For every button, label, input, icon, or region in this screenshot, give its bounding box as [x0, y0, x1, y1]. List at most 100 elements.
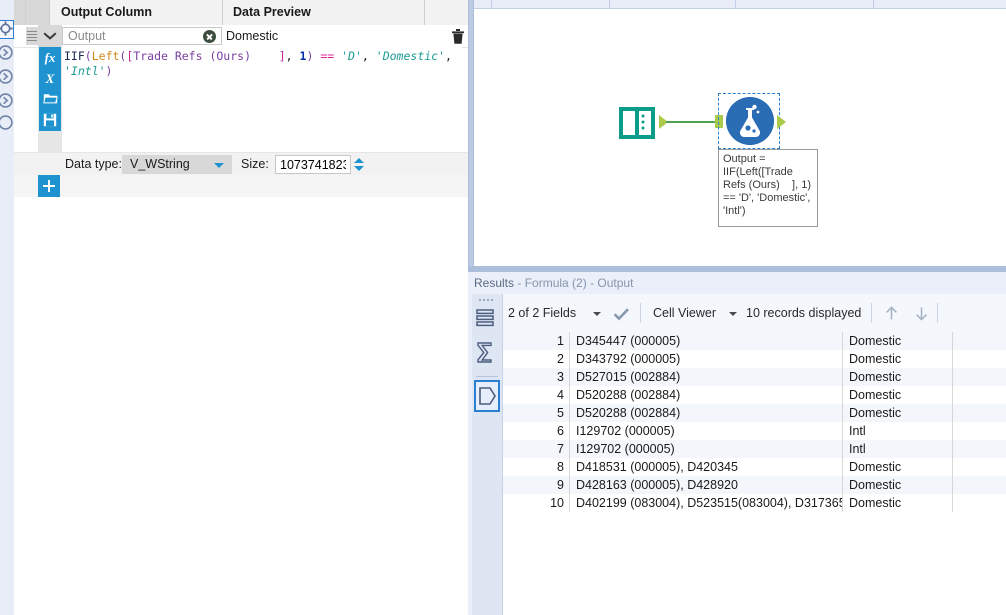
add-formula-row	[14, 175, 468, 197]
rail-separator	[476, 376, 498, 377]
cell-record[interactable]: 10	[503, 494, 569, 512]
canvas-toolbar[interactable]	[474, 0, 1006, 9]
cell-output[interactable]: Domestic	[843, 386, 953, 404]
formula-output-anchor[interactable]	[777, 115, 786, 129]
fields-chevron-down-icon[interactable]	[593, 312, 601, 316]
cell-record[interactable]: 6	[503, 422, 569, 440]
cell-output[interactable]: Intl	[843, 422, 953, 440]
summary-button[interactable]	[474, 340, 500, 372]
drag-handle-icon[interactable]	[26, 27, 38, 45]
fx-button-label: fx	[44, 50, 56, 65]
stepper-down-icon[interactable]	[354, 166, 364, 171]
table-row[interactable]: 6 I129702 (000005) Intl	[503, 422, 1006, 440]
results-toolbar[interactable]: 2 of 2 Fields Cell Viewer 10 records dis…	[503, 294, 1006, 333]
table-row[interactable]: 9 D428163 (000005), D428920 Domestic	[503, 476, 1006, 494]
data-type-row: Data type: V_WString Size:	[14, 152, 468, 176]
cell-record[interactable]: 5	[503, 404, 569, 422]
formula-token: ]	[278, 49, 286, 63]
data-preview-value: Domestic	[226, 29, 279, 43]
tool-annotation[interactable]: Output = IIF(Left([Trade Refs (Ours) ], …	[718, 149, 818, 227]
header-divider-1	[222, 0, 223, 25]
collapse-toggle-button[interactable]	[38, 25, 62, 47]
cell-output[interactable]: Domestic	[843, 368, 953, 386]
cell-trade-refs[interactable]: D520288 (002884)	[569, 386, 843, 404]
cell-trade-refs[interactable]: D345447 (000005)	[569, 332, 843, 350]
fields-count-label[interactable]: 2 of 2 Fields	[508, 305, 576, 322]
formula-tool[interactable]	[726, 97, 774, 145]
cell-output[interactable]: Intl	[843, 440, 953, 458]
arrow-up-icon[interactable]	[883, 305, 900, 322]
workflow-canvas[interactable]: Output = IIF(Left([Trade Refs (Ours) ], …	[474, 0, 1006, 266]
input-data-tool[interactable]	[617, 102, 657, 142]
cell-trade-refs[interactable]: D343792 (000005)	[569, 350, 843, 368]
size-label: Size:	[241, 157, 269, 171]
tool-palette-rail[interactable]	[0, 0, 15, 615]
table-row[interactable]: 4 D520288 (002884) Domestic	[503, 386, 1006, 404]
cell-record[interactable]: 7	[503, 440, 569, 458]
checkmark-icon[interactable]	[613, 307, 630, 321]
cell-output[interactable]: Domestic	[843, 494, 953, 512]
chevron-circle-icon-3	[0, 93, 13, 108]
table-row[interactable]: 3 D527015 (002884) Domestic	[503, 368, 1006, 386]
chevron-down-icon	[43, 32, 57, 40]
trash-icon[interactable]	[451, 28, 465, 45]
rail-grip-icon[interactable]	[479, 298, 495, 302]
header-divider-2	[424, 0, 425, 25]
cell-record[interactable]: 8	[503, 458, 569, 476]
formula-token: ,	[445, 49, 452, 63]
table-row[interactable]: 10 D402199 (083004), D523515(083004), D31…	[503, 494, 1006, 512]
formula-editor-row: fx X IIF(Left([Trade Refs (Ours)], 1) =…	[14, 47, 468, 152]
open-folder-button[interactable]	[39, 89, 61, 110]
cell-trade-refs[interactable]: D402199 (083004), D523515(083004), D3173…	[569, 494, 843, 512]
add-formula-button[interactable]	[38, 175, 60, 197]
records-list-button[interactable]	[474, 306, 500, 338]
table-row[interactable]: 5 D520288 (002884) Domestic	[503, 404, 1006, 422]
connection-line[interactable]	[666, 121, 720, 123]
cell-output[interactable]: Domestic	[843, 350, 953, 368]
cell-record[interactable]: 9	[503, 476, 569, 494]
table-row[interactable]: 1 D345447 (000005) Domestic	[503, 332, 1006, 350]
cell-trade-refs[interactable]: D527015 (002884)	[569, 368, 843, 386]
viewer-chevron-down-icon[interactable]	[729, 312, 737, 316]
clear-circle-x-icon[interactable]	[203, 30, 216, 43]
formula-token: 'Intl'	[64, 64, 106, 78]
cell-trade-refs[interactable]: D520288 (002884)	[569, 404, 843, 422]
cell-record[interactable]: 1	[503, 332, 569, 350]
canvas-surface[interactable]: Output = IIF(Left([Trade Refs (Ours) ], …	[474, 9, 1006, 264]
table-row[interactable]: 8 D418531 (000005), D420345 Domestic	[503, 458, 1006, 476]
table-row[interactable]: 7 I129702 (000005) Intl	[503, 440, 1006, 458]
size-stepper[interactable]	[351, 155, 367, 174]
cell-output[interactable]: Domestic	[843, 458, 953, 476]
table-row[interactable]: 2 D343792 (000005) Domestic	[503, 350, 1006, 368]
output-column-input[interactable]	[62, 27, 222, 45]
cell-output[interactable]: Domestic	[843, 476, 953, 494]
formula-token: ==	[320, 49, 335, 63]
cell-output[interactable]: Domestic	[843, 332, 953, 350]
fx-button[interactable]: fx	[39, 47, 61, 68]
cell-output[interactable]: Domestic	[843, 404, 953, 422]
results-title: Results - Formula (2) - Output	[474, 275, 633, 291]
cell-record[interactable]: 3	[503, 368, 569, 386]
chevron-circle-icon-4	[0, 115, 13, 130]
data-type-select[interactable]: V_WString	[122, 155, 232, 174]
anchor-tag-button[interactable]	[474, 380, 500, 412]
cell-viewer-label[interactable]: Cell Viewer	[653, 305, 716, 322]
anchor-tag-icon	[479, 387, 496, 405]
records-displayed-label: 10 records displayed	[746, 306, 862, 320]
results-grid[interactable]: Record Trade Refs (Ours) Output 1D345447…	[503, 332, 1006, 615]
size-input[interactable]	[275, 155, 351, 174]
cell-record[interactable]: 2	[503, 350, 569, 368]
save-button[interactable]	[39, 110, 61, 131]
records-list-icon	[476, 309, 494, 327]
stepper-up-icon[interactable]	[354, 158, 364, 163]
cell-trade-refs[interactable]: D418531 (000005), D420345	[569, 458, 843, 476]
cell-trade-refs[interactable]: I129702 (000005)	[569, 440, 843, 458]
formula-token: Trade Refs (Ours)	[133, 49, 279, 63]
arrow-down-icon[interactable]	[913, 305, 930, 322]
cell-trade-refs[interactable]: D428163 (000005), D428920	[569, 476, 843, 494]
cell-trade-refs[interactable]: I129702 (000005)	[569, 422, 843, 440]
formula-expression-editor[interactable]: IIF(Left([Trade Refs (Ours) ], 1) == 'D'…	[62, 47, 462, 152]
cell-record[interactable]: 4	[503, 386, 569, 404]
header-grip-col	[14, 0, 26, 25]
variable-button[interactable]: X	[39, 68, 61, 89]
